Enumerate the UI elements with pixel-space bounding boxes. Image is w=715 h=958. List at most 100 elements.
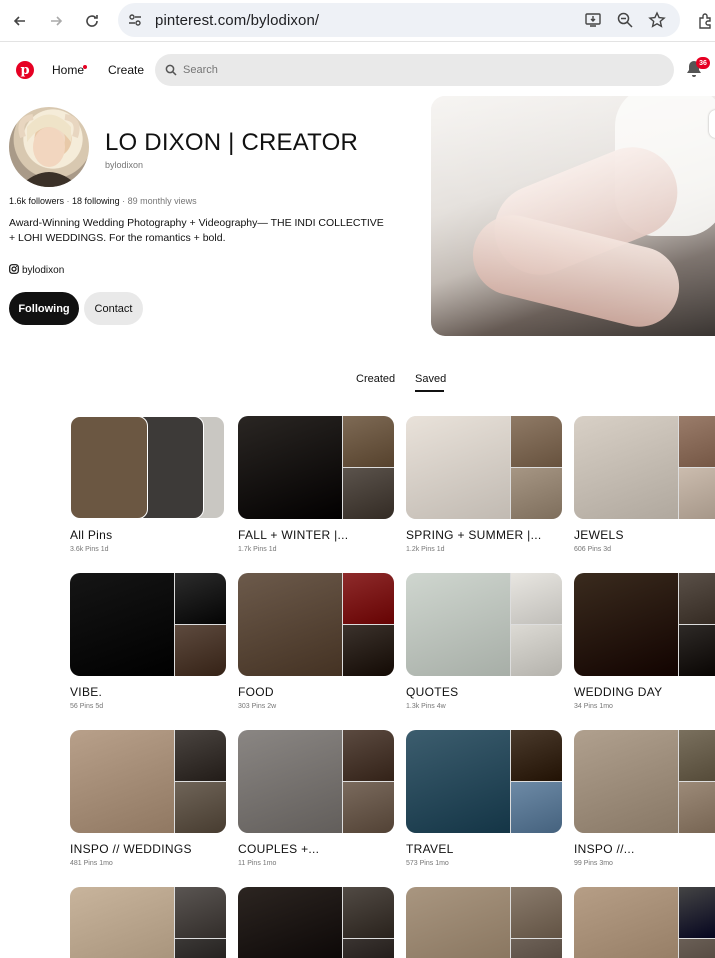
board-cover-image bbox=[343, 887, 394, 938]
board-cover[interactable] bbox=[70, 730, 226, 833]
nav-home[interactable]: Home bbox=[52, 63, 84, 77]
forward-icon[interactable] bbox=[43, 8, 69, 34]
profile-stats: 1.6k followers · 18 following · 89 month… bbox=[9, 196, 197, 206]
cover-veil bbox=[431, 96, 715, 336]
profile-avatar[interactable] bbox=[9, 107, 89, 187]
board-cover[interactable] bbox=[238, 573, 394, 676]
board-title[interactable]: QUOTES bbox=[406, 685, 562, 699]
board-meta: 1.3k Pins 4w bbox=[406, 703, 562, 710]
board-cover-image bbox=[511, 468, 562, 519]
board-cover[interactable] bbox=[574, 416, 715, 519]
board-cover-image bbox=[679, 625, 715, 676]
following-button[interactable]: Following bbox=[9, 292, 79, 325]
board-title[interactable]: SPRING + SUMMER |... bbox=[406, 528, 562, 542]
board-title[interactable]: WEDDING DAY bbox=[574, 685, 715, 699]
board-cover[interactable] bbox=[238, 416, 394, 519]
cover-scroll-handle[interactable] bbox=[709, 110, 715, 138]
address-bar[interactable]: pinterest.com/bylodixon/ bbox=[118, 3, 680, 37]
board-title[interactable]: All Pins bbox=[70, 528, 226, 542]
contact-button[interactable]: Contact bbox=[84, 292, 143, 325]
board-card[interactable]: QUOTES 1.3k Pins 4w bbox=[406, 573, 562, 710]
board-cover[interactable] bbox=[70, 416, 226, 519]
back-icon[interactable] bbox=[7, 8, 33, 34]
board-title[interactable]: TRAVEL bbox=[406, 842, 562, 856]
board-meta: 3.6k Pins 1d bbox=[70, 546, 226, 553]
board-title[interactable]: COUPLES +... bbox=[238, 842, 394, 856]
board-cover[interactable] bbox=[70, 887, 226, 958]
board-cover[interactable] bbox=[406, 573, 562, 676]
board-cover-image bbox=[574, 730, 678, 833]
board-meta: 303 Pins 2w bbox=[238, 703, 394, 710]
board-card[interactable]: VIBE. 56 Pins 5d bbox=[70, 573, 226, 710]
board-stack-image bbox=[70, 416, 148, 519]
board-title[interactable]: FOOD bbox=[238, 685, 394, 699]
reload-icon[interactable] bbox=[79, 8, 105, 34]
board-title[interactable]: INSPO //... bbox=[574, 842, 715, 856]
board-meta: 56 Pins 5d bbox=[70, 703, 226, 710]
board-pin-count: 56 Pins bbox=[70, 703, 94, 710]
board-cover[interactable] bbox=[574, 730, 715, 833]
pinterest-logo-icon[interactable]: p bbox=[16, 61, 34, 79]
site-settings-icon[interactable] bbox=[126, 11, 144, 34]
board-cover-image bbox=[70, 573, 174, 676]
board-meta: 1.2k Pins 1d bbox=[406, 546, 562, 553]
board-cover-image bbox=[175, 887, 226, 938]
board-card[interactable]: All Pins 3.6k Pins 1d bbox=[70, 416, 226, 553]
followers-count[interactable]: 1.6k followers bbox=[9, 196, 64, 206]
board-card[interactable]: INSPO // WEDDINGS 481 Pins 1mo bbox=[70, 730, 226, 867]
board-title[interactable]: JEWELS bbox=[574, 528, 715, 542]
board-cover[interactable] bbox=[406, 730, 562, 833]
monthly-views: 89 monthly views bbox=[127, 196, 197, 206]
board-cover[interactable] bbox=[406, 416, 562, 519]
board-cover-image bbox=[175, 782, 226, 833]
board-cover[interactable] bbox=[574, 887, 715, 958]
board-card[interactable]: SPRING + SUMMER |... 1.2k Pins 1d bbox=[406, 416, 562, 553]
bookmark-star-icon[interactable] bbox=[647, 10, 667, 30]
board-cover-image bbox=[343, 468, 394, 519]
board-meta: 34 Pins 1mo bbox=[574, 703, 715, 710]
board-card[interactable]: FOOD 303 Pins 2w bbox=[238, 573, 394, 710]
url-text[interactable]: pinterest.com/bylodixon/ bbox=[155, 12, 319, 29]
board-card[interactable] bbox=[70, 887, 226, 958]
board-cover-image bbox=[679, 416, 715, 467]
tab-saved[interactable]: Saved bbox=[415, 373, 446, 385]
board-cover-image bbox=[574, 573, 678, 676]
board-cover-image bbox=[343, 625, 394, 676]
board-pin-count: 1.3k Pins bbox=[406, 703, 435, 710]
bio-line: Award-Winning Wedding Photography + Vide… bbox=[9, 217, 384, 229]
extensions-icon[interactable] bbox=[693, 8, 715, 34]
board-card[interactable]: TRAVEL 573 Pins 1mo bbox=[406, 730, 562, 867]
install-app-icon[interactable] bbox=[583, 10, 603, 30]
following-count[interactable]: 18 following bbox=[72, 196, 120, 206]
board-cover-image bbox=[70, 887, 174, 958]
nav-create[interactable]: Create bbox=[108, 63, 144, 77]
board-cover-image bbox=[406, 416, 510, 519]
board-title[interactable]: VIBE. bbox=[70, 685, 226, 699]
board-card[interactable]: WEDDING DAY 34 Pins 1mo bbox=[574, 573, 715, 710]
board-cover-image bbox=[175, 573, 226, 624]
board-card[interactable]: COUPLES +... 11 Pins 1mo bbox=[238, 730, 394, 867]
board-title[interactable]: INSPO // WEDDINGS bbox=[70, 842, 226, 856]
instagram-link[interactable]: bylodixon bbox=[9, 264, 64, 277]
board-cover[interactable] bbox=[574, 573, 715, 676]
board-card[interactable] bbox=[574, 887, 715, 958]
search-input[interactable]: Search bbox=[155, 54, 674, 86]
board-cover[interactable] bbox=[70, 573, 226, 676]
board-cover[interactable] bbox=[238, 887, 394, 958]
board-meta: 606 Pins 3d bbox=[574, 546, 715, 553]
zoom-icon[interactable] bbox=[615, 10, 635, 30]
board-title[interactable]: FALL + WINTER |... bbox=[238, 528, 394, 542]
board-cover-image bbox=[238, 416, 342, 519]
instagram-handle: bylodixon bbox=[22, 265, 65, 276]
board-card[interactable] bbox=[238, 887, 394, 958]
board-cover[interactable] bbox=[406, 887, 562, 958]
board-cover[interactable] bbox=[238, 730, 394, 833]
board-card[interactable]: INSPO //... 99 Pins 3mo bbox=[574, 730, 715, 867]
board-card[interactable]: JEWELS 606 Pins 3d bbox=[574, 416, 715, 553]
tab-created[interactable]: Created bbox=[356, 373, 395, 385]
board-cover-image bbox=[511, 939, 562, 958]
board-cover-image bbox=[679, 782, 715, 833]
board-card[interactable] bbox=[406, 887, 562, 958]
board-card[interactable]: FALL + WINTER |... 1.7k Pins 1d bbox=[238, 416, 394, 553]
board-meta: 1.7k Pins 1d bbox=[238, 546, 394, 553]
